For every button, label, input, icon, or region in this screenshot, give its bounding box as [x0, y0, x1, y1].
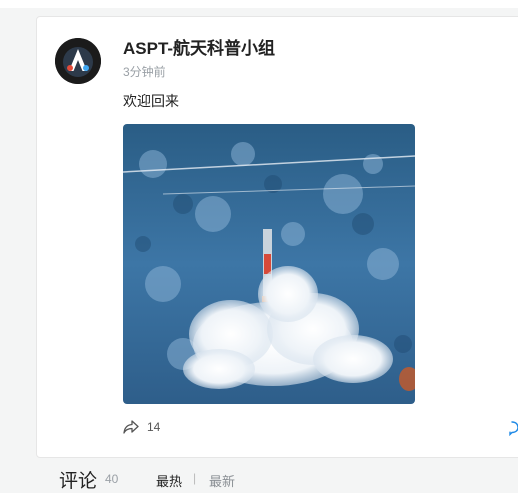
post-text: 欢迎回来: [123, 93, 179, 109]
rocket-launch-image: [123, 124, 415, 404]
sort-separator: |: [193, 471, 197, 485]
author-name[interactable]: ASPT-航天科普小组: [123, 34, 275, 59]
share-icon: [123, 420, 139, 434]
astronaut-logo-icon: [55, 38, 101, 84]
share-button[interactable]: 14: [123, 420, 160, 434]
author-avatar[interactable]: [55, 38, 101, 84]
comment-button[interactable]: [506, 420, 518, 441]
sort-hot-tab[interactable]: 最热: [156, 471, 182, 490]
sort-new-tab[interactable]: 最新: [209, 471, 235, 490]
comments-title: 评论: [59, 471, 98, 492]
share-count: 14: [147, 420, 161, 434]
top-bar: [0, 0, 518, 8]
comments-count: 40: [105, 472, 119, 486]
post-time: 3分钟前: [123, 65, 166, 79]
post-image[interactable]: [123, 124, 415, 404]
comment-icon: [509, 421, 518, 437]
